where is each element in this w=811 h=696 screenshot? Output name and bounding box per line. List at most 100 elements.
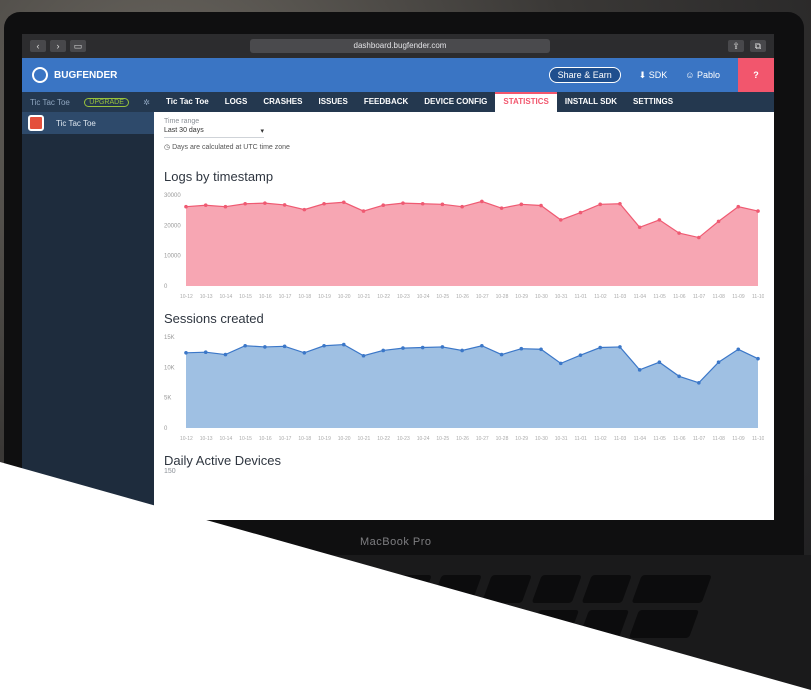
sessions-point[interactable] [401, 346, 405, 350]
upgrade-button[interactable]: UPGRADE [84, 97, 129, 107]
logs-point[interactable] [618, 201, 622, 206]
sessions-point[interactable] [381, 348, 386, 353]
sessions-point[interactable] [420, 345, 425, 350]
logs-point[interactable] [460, 204, 464, 209]
back-button[interactable]: ‹ [30, 40, 46, 52]
tab-settings[interactable]: SETTINGS [625, 92, 681, 112]
sessions-point[interactable] [736, 347, 741, 352]
logs-point[interactable] [223, 204, 228, 209]
sessions-point[interactable] [341, 342, 346, 347]
sessions-point[interactable] [637, 368, 642, 372]
forward-button[interactable]: › [50, 40, 66, 52]
user-menu[interactable]: ☺ Pablo [685, 70, 720, 80]
logs-point[interactable] [716, 219, 721, 224]
sessions-point[interactable] [223, 352, 228, 357]
sessions-point[interactable] [184, 351, 188, 355]
logs-point[interactable] [401, 201, 405, 205]
tab-crashes[interactable]: CRASHES [255, 92, 310, 112]
logs-point[interactable] [637, 225, 642, 230]
sessions-point[interactable] [480, 343, 484, 348]
sessions-point[interactable] [657, 360, 662, 364]
tab-device-config[interactable]: DEVICE CONFIG [416, 92, 495, 112]
keyboard-key [578, 610, 630, 638]
tab-feedback[interactable]: FEEDBACK [356, 92, 416, 112]
laptop-model-label: MacBook Pro [360, 536, 432, 548]
logs-point[interactable] [519, 202, 524, 207]
logs-point[interactable] [203, 203, 208, 208]
logs-point[interactable] [756, 209, 760, 213]
tab-statistics[interactable]: STATISTICS [495, 92, 557, 112]
sessions-point[interactable] [243, 343, 247, 348]
logs-point[interactable] [499, 206, 504, 210]
sessions-point[interactable] [361, 353, 366, 358]
sessions-point[interactable] [302, 351, 307, 355]
logs-point[interactable] [184, 204, 188, 209]
logs-chart: 30000 20000 10000 0 10-12 10-13 10-14 10-15 10-1… [164, 193, 765, 300]
sessions-point[interactable] [697, 380, 701, 385]
logs-point[interactable] [341, 200, 346, 205]
sessions-point[interactable] [282, 344, 287, 349]
sessions-point[interactable] [618, 345, 622, 349]
logs-point[interactable] [480, 199, 484, 204]
sidebar-item-app[interactable]: Tic Tac Toe [22, 112, 154, 134]
sessions-point[interactable] [203, 350, 208, 355]
sessions-point[interactable] [519, 346, 524, 351]
logs-point[interactable] [282, 203, 287, 207]
logs-point[interactable] [578, 210, 583, 215]
tab-issues[interactable]: ISSUES [310, 92, 355, 112]
sidebar-toggle-icon[interactable]: ▭ [70, 40, 86, 52]
sdk-link[interactable]: ⬇ SDK [639, 70, 668, 81]
sessions-point[interactable] [677, 374, 681, 379]
logs-point[interactable] [558, 218, 563, 222]
logs-point[interactable] [361, 209, 366, 213]
logs-point[interactable] [736, 204, 741, 209]
bugfender-logo-icon [32, 67, 48, 83]
tabs-icon[interactable]: ⧉ [750, 40, 766, 52]
logs-point[interactable] [302, 207, 307, 212]
sessions-x-tick: 10-15 [239, 436, 252, 442]
sessions-point[interactable] [539, 347, 543, 352]
tab-app[interactable]: Tic Tac Toe [158, 92, 217, 112]
sessions-point[interactable] [499, 352, 504, 357]
sessions-point[interactable] [322, 343, 326, 348]
gear-icon[interactable]: ✲ [143, 98, 150, 107]
tab-install-sdk[interactable]: INSTALL SDK [557, 92, 625, 112]
sessions-area [186, 344, 758, 428]
logs-point[interactable] [539, 203, 543, 208]
sessions-point[interactable] [558, 361, 563, 366]
app-selector[interactable]: Tic Tac Toe UPGRADE ✲ [22, 97, 158, 107]
browser-toolbar: ‹ › ▭ dashboard.bugfender.com ⇪ ⧉ [22, 34, 774, 58]
help-button[interactable]: ? [738, 58, 774, 92]
sessions-x-tick: 10-12 [180, 436, 193, 442]
sessions-point[interactable] [440, 345, 445, 349]
tab-logs[interactable]: LOGS [217, 92, 256, 112]
share-icon[interactable]: ⇪ [728, 40, 744, 52]
logs-x-tick: 10-31 [555, 294, 568, 300]
sessions-point[interactable] [460, 348, 464, 353]
sessions-chart: 15K 10K 5K 0 10-12 10-13 10-14 10-15 10-16 10-17 1… [164, 335, 765, 442]
logs-point[interactable] [420, 201, 425, 206]
logs-point[interactable] [657, 218, 662, 222]
keyboard-key [281, 575, 332, 603]
logs-point[interactable] [322, 201, 326, 206]
logs-point[interactable] [243, 201, 247, 206]
sessions-point[interactable] [756, 356, 760, 361]
logs-x-tick: 11-02 [594, 294, 607, 300]
logs-point[interactable] [381, 203, 386, 208]
sessions-point[interactable] [578, 353, 583, 357]
logs-point[interactable] [263, 201, 267, 205]
logs-point[interactable] [440, 202, 445, 207]
logs-x-tick: 10-18 [298, 294, 311, 300]
sessions-x-tick: 10-31 [555, 436, 568, 442]
address-bar[interactable]: dashboard.bugfender.com [250, 39, 550, 53]
brand[interactable]: BUGFENDER [32, 67, 117, 83]
time-range-select[interactable]: Last 30 days ▾ [164, 125, 264, 138]
logs-point[interactable] [677, 231, 681, 235]
logs-point[interactable] [697, 235, 701, 240]
sessions-point[interactable] [716, 360, 721, 364]
sessions-point[interactable] [263, 345, 267, 349]
share-earn-button[interactable]: Share & Earn [548, 67, 621, 83]
laptop-screen: ‹ › ▭ dashboard.bugfender.com ⇪ ⧉ BUGFEN… [22, 34, 774, 520]
logs-point[interactable] [598, 202, 603, 207]
sessions-point[interactable] [598, 345, 603, 350]
